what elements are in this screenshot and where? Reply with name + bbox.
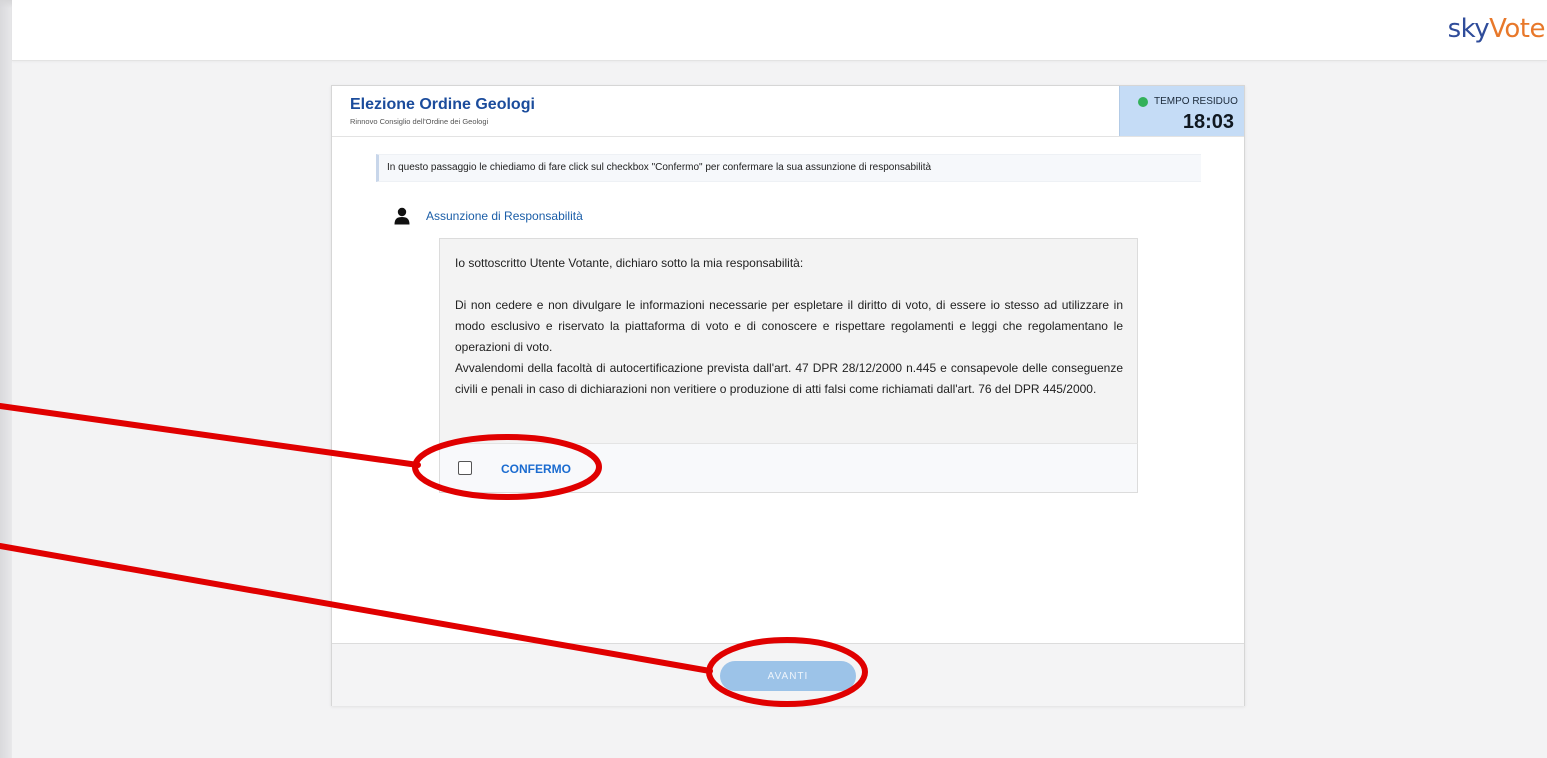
confirm-label[interactable]: CONFERMO: [501, 462, 571, 476]
logo-vote-text: Vote: [1489, 14, 1545, 44]
card-header: Elezione Ordine Geologi Rinnovo Consigli…: [332, 86, 1244, 137]
section-header: Assunzione di Responsabilità: [394, 206, 794, 228]
info-message-text: In questo passaggio le chiediamo di fare…: [387, 162, 932, 173]
info-message: In questo passaggio le chiediamo di fare…: [376, 154, 1201, 182]
timer-label: TEMPO RESIDUO: [1154, 96, 1238, 107]
timer-value: 18:03: [1182, 111, 1234, 133]
confirm-checkbox[interactable]: [458, 461, 472, 475]
timer-status-dot-icon: [1138, 97, 1148, 107]
election-title: Elezione Ordine Geologi: [350, 96, 535, 113]
declaration-text: Io sottoscritto Utente Votante, dichiaro…: [455, 253, 1123, 400]
app-header: skyVote: [12, 0, 1547, 61]
remaining-time-panel: TEMPO RESIDUO 18:03: [1119, 86, 1244, 136]
election-subtitle: Rinnovo Consiglio dell'Ordine dei Geolog…: [350, 117, 489, 126]
skyvote-logo: skyVote: [1447, 14, 1546, 44]
card-footer: AVANTI: [332, 643, 1244, 706]
logo-sky-text: sky: [1447, 14, 1490, 44]
declaration-intro: Io sottoscritto Utente Votante, dichiaro…: [455, 256, 804, 270]
confirm-row[interactable]: CONFERMO: [439, 443, 1138, 493]
voting-card: Elezione Ordine Geologi Rinnovo Consigli…: [331, 85, 1245, 706]
window-left-edge: [0, 0, 12, 758]
declaration-paragraph-2: Avvalendomi della facoltà di autocertifi…: [455, 361, 1123, 396]
user-icon: [394, 207, 410, 225]
next-button[interactable]: AVANTI: [720, 661, 856, 691]
section-title: Assunzione di Responsabilità: [426, 209, 583, 223]
declaration-paragraph-1: Di non cedere e non divulgare le informa…: [455, 298, 1123, 354]
